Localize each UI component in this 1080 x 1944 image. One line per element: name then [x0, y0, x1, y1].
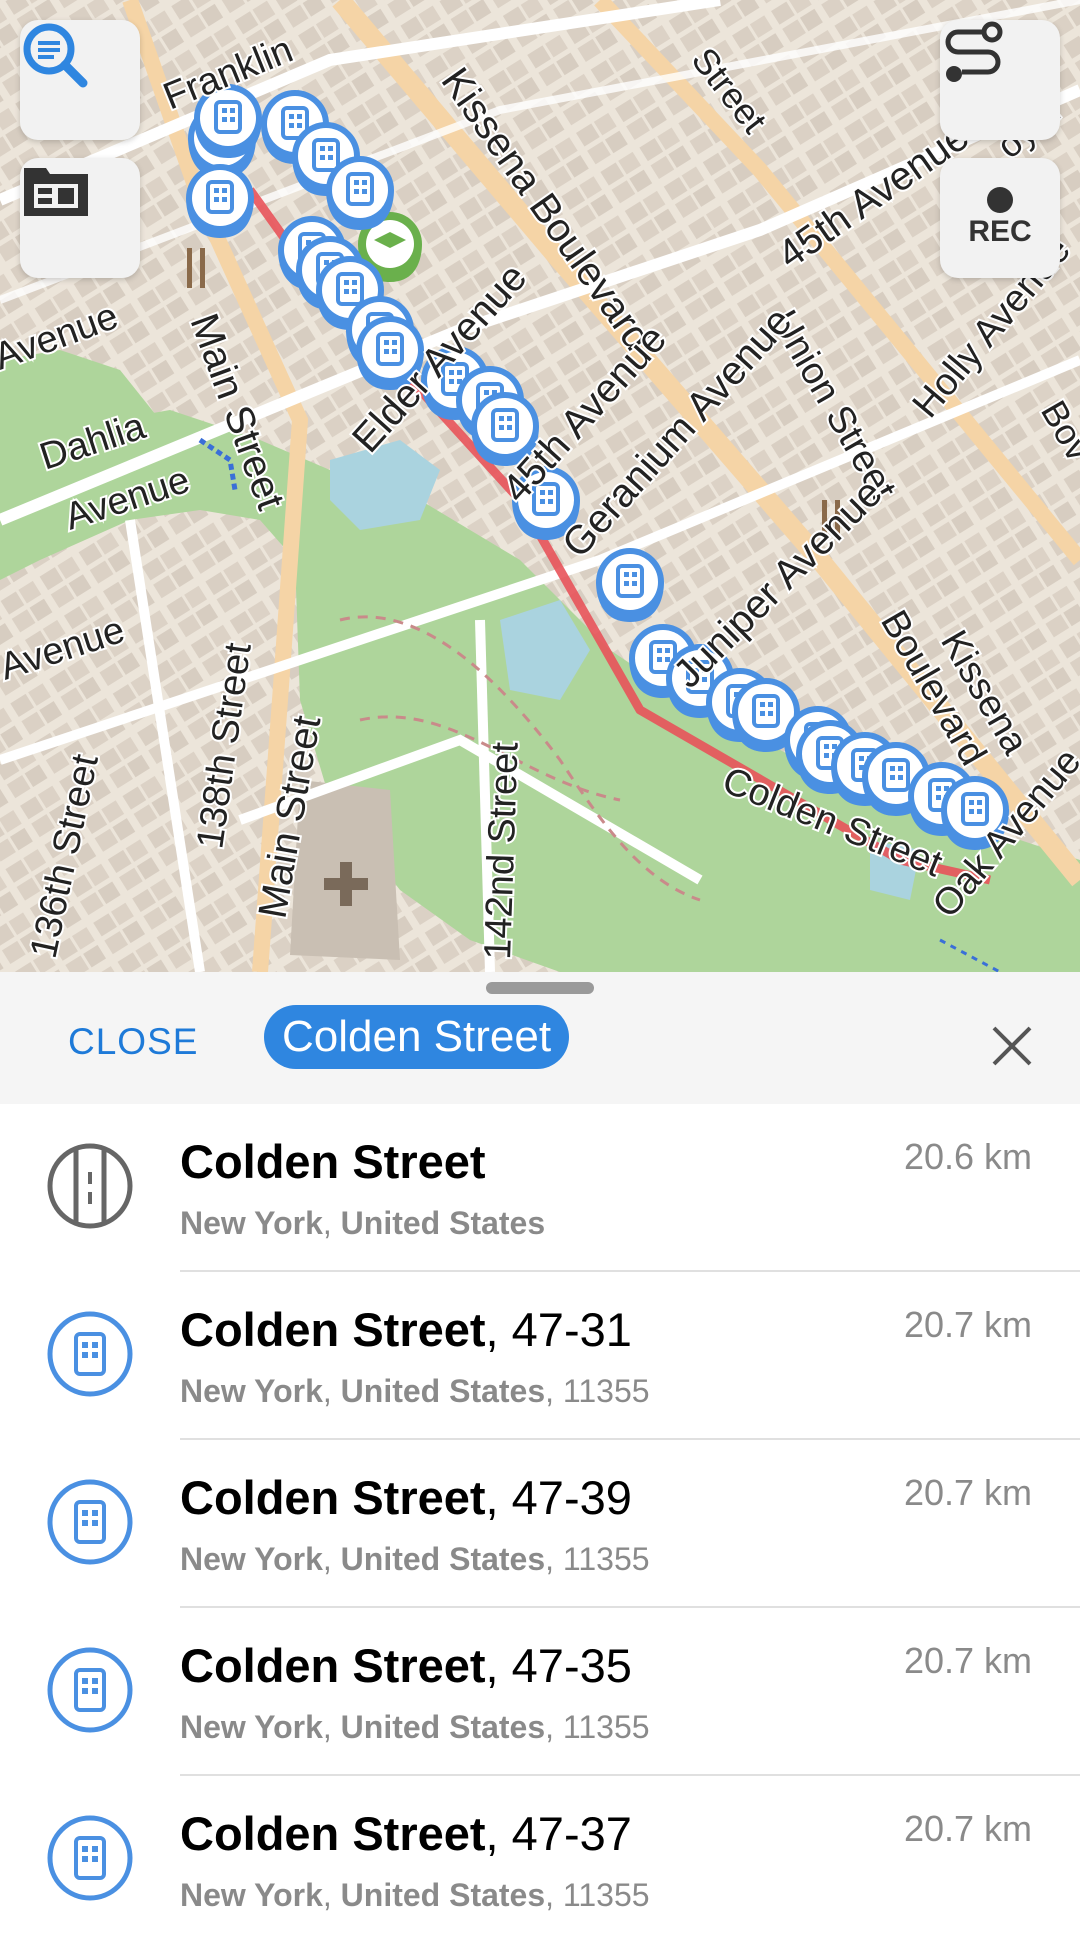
result-subtitle: New York, United States, 11355 — [180, 1877, 650, 1913]
result-distance: 20.7 km — [903, 1304, 1032, 1345]
building-icon — [47, 1815, 133, 1901]
result-title: Colden Street — [180, 1134, 486, 1190]
result-country: United States — [340, 1205, 546, 1241]
building-icon — [47, 1479, 133, 1565]
result-city: New York — [180, 1373, 323, 1409]
result-subtitle: New York, United States, 11355 — [180, 1373, 650, 1409]
result-country: United States — [340, 1373, 546, 1409]
result-subtitle: New York, United States — [180, 1205, 546, 1241]
close-icon[interactable] — [988, 1022, 1036, 1070]
result-row[interactable]: Colden Street, 47-31 New York, United St… — [0, 1272, 1080, 1440]
result-zip: , 11355 — [545, 1541, 650, 1577]
result-city: New York — [180, 1541, 323, 1577]
map-layers-icon — [24, 168, 88, 216]
result-number: , 47-35 — [485, 1639, 632, 1692]
result-distance: 20.6 km — [903, 1136, 1032, 1177]
search-results-sheet: CLOSE Colden Street Colden Street New Yo… — [0, 972, 1080, 1942]
map-canvas[interactable]: Franklin Kissena Boulevard Street 45th A… — [0, 0, 1080, 972]
result-distance: 20.7 km — [903, 1808, 1032, 1849]
close-button[interactable]: CLOSE — [68, 1020, 198, 1064]
drag-handle[interactable] — [486, 982, 594, 994]
result-zip: , 11355 — [545, 1373, 650, 1409]
result-country: United States — [340, 1709, 546, 1745]
result-row[interactable]: Colden Street, 47-35 New York, United St… — [0, 1608, 1080, 1776]
record-button[interactable]: REC — [940, 158, 1060, 278]
record-label: REC — [968, 215, 1032, 248]
result-city: New York — [180, 1877, 323, 1913]
search-zoom-icon — [23, 23, 88, 88]
result-country: United States — [340, 1877, 546, 1913]
record-dot-icon — [987, 187, 1013, 213]
result-row[interactable]: Colden Street New York, United States 20… — [0, 1104, 1080, 1272]
building-icon — [47, 1311, 133, 1397]
result-title: Colden Street, 47-39 — [180, 1470, 632, 1526]
result-distance: 20.7 km — [903, 1472, 1032, 1513]
result-number: , 47-37 — [485, 1807, 632, 1860]
result-number: , 47-31 — [485, 1303, 632, 1356]
route-icon — [945, 21, 1003, 82]
result-subtitle: New York, United States, 11355 — [180, 1709, 650, 1745]
street-icon — [47, 1143, 133, 1229]
result-name: Colden Street — [180, 1303, 486, 1356]
route-button[interactable] — [940, 20, 1060, 140]
result-zip: , 11355 — [545, 1709, 650, 1745]
result-city: New York — [180, 1205, 323, 1241]
result-name: Colden Street — [180, 1135, 486, 1188]
search-map-button[interactable] — [20, 20, 140, 140]
map-label-142nd-street: 142nd Street — [477, 741, 527, 960]
result-title: Colden Street, 47-37 — [180, 1806, 632, 1862]
layers-button[interactable] — [20, 158, 140, 278]
result-row[interactable]: Colden Street, 47-37 New York, United St… — [0, 1776, 1080, 1944]
building-icon — [47, 1647, 133, 1733]
result-row[interactable]: Colden Street, 47-39 New York, United St… — [0, 1440, 1080, 1608]
result-city: New York — [180, 1709, 323, 1745]
result-name: Colden Street — [180, 1807, 486, 1860]
result-zip: , 11355 — [545, 1877, 650, 1913]
result-name: Colden Street — [180, 1471, 486, 1524]
map-view[interactable]: Franklin Kissena Boulevard Street 45th A… — [0, 0, 1080, 972]
result-title: Colden Street, 47-31 — [180, 1302, 632, 1358]
search-query-chip[interactable]: Colden Street — [264, 1005, 570, 1069]
result-distance: 20.7 km — [903, 1640, 1032, 1681]
result-title: Colden Street, 47-35 — [180, 1638, 632, 1694]
result-number: , 47-39 — [485, 1471, 632, 1524]
sheet-header: CLOSE Colden Street — [0, 972, 1080, 1104]
result-name: Colden Street — [180, 1639, 486, 1692]
result-country: United States — [340, 1541, 546, 1577]
result-subtitle: New York, United States, 11355 — [180, 1541, 650, 1577]
